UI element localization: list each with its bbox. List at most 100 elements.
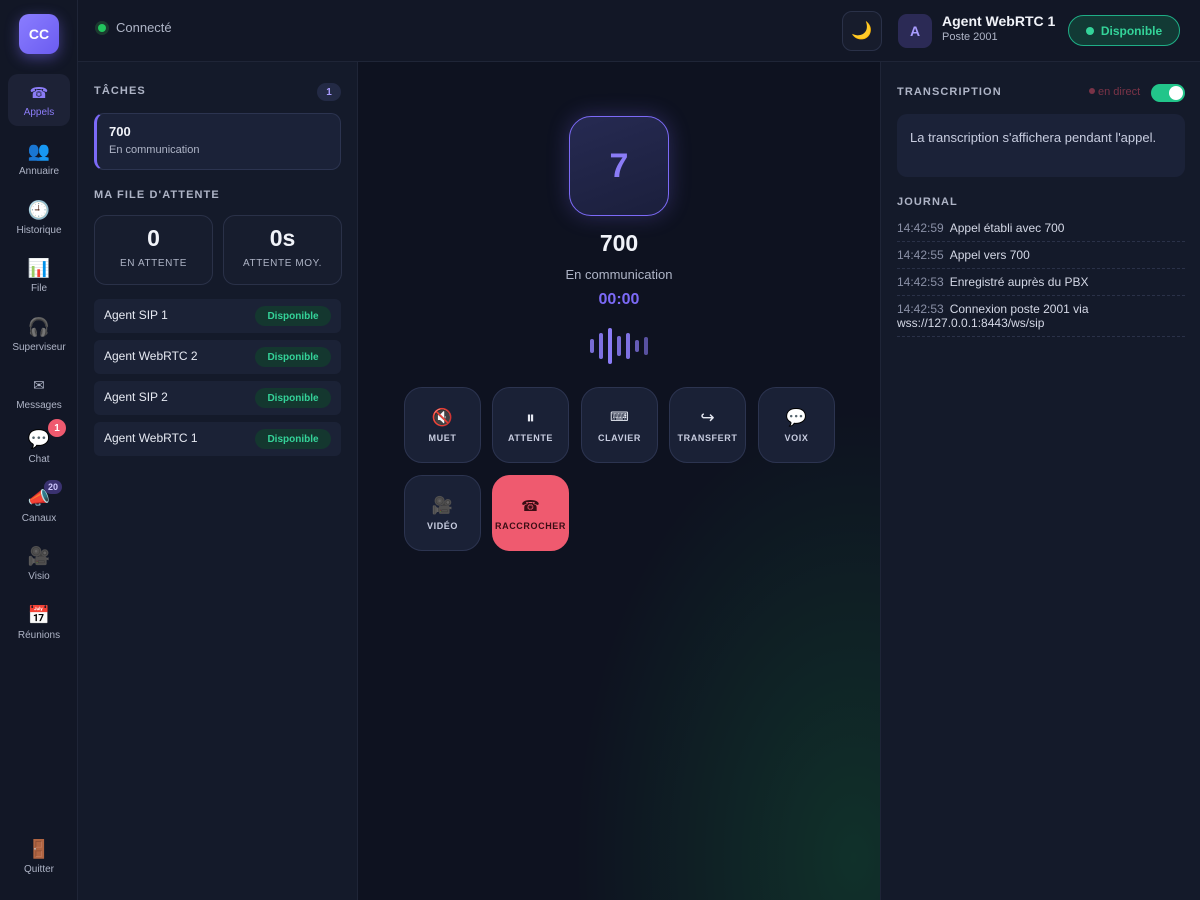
transcription-toggle[interactable] bbox=[1151, 84, 1185, 102]
keyboard-icon: ⌨ bbox=[610, 410, 629, 425]
queue-agent-status-badge: Disponible bbox=[255, 429, 331, 449]
hang-up-icon: ☎ bbox=[521, 497, 540, 515]
queue-agent-status-badge: Disponible bbox=[255, 347, 331, 367]
journal-entry: 14:42:55 Appel vers 700 bbox=[897, 248, 1185, 269]
video-label: VIDÉO bbox=[426, 521, 458, 531]
keypad-button[interactable]: ⌨ CLAVIER bbox=[581, 387, 658, 463]
sidebar-item-superviseur[interactable]: 🎧 Superviseur bbox=[8, 309, 70, 361]
transfer-button[interactable]: ↪ TRANSFERT bbox=[669, 387, 746, 463]
app-logo: CC bbox=[19, 14, 59, 54]
queue-agent-name: Agent SIP 2 bbox=[104, 390, 168, 404]
journal-text: Enregistré auprès du PBX bbox=[949, 275, 1089, 289]
waveform-bar bbox=[644, 337, 648, 355]
video-camera-icon: 🎥 bbox=[27, 545, 51, 567]
sidebar-item-appels[interactable]: ☎ Appels bbox=[8, 74, 70, 126]
hold-label: ATTENTE bbox=[507, 433, 554, 443]
journal-time: 14:42:53 bbox=[897, 275, 944, 289]
task-number: 700 bbox=[109, 124, 131, 139]
sidebar-item-chat[interactable]: 💬 Chat 1 bbox=[8, 419, 70, 473]
waveform-bar bbox=[635, 340, 639, 352]
voice-button[interactable]: 💬 VOIX bbox=[758, 387, 835, 463]
phone-icon: ☎ bbox=[29, 83, 49, 102]
quit-label: Quitter bbox=[23, 863, 54, 875]
waveform-bar bbox=[617, 336, 621, 356]
theme-toggle-button[interactable]: 🌙 bbox=[842, 11, 882, 51]
sidebar-item-historique[interactable]: 🕘 Historique bbox=[8, 192, 70, 244]
connection-status: Connecté bbox=[95, 20, 172, 35]
video-camera-icon: 🎥 bbox=[431, 496, 454, 516]
average-wait-value: 0s bbox=[269, 225, 296, 251]
sidebar-item-canaux[interactable]: 📣 Canaux 20 bbox=[8, 480, 70, 532]
pause-icon: ⏸ bbox=[526, 408, 535, 428]
connection-dot-icon bbox=[95, 20, 109, 35]
canaux-count-badge: 20 bbox=[44, 480, 62, 494]
transcription-title: TRANSCRIPTION bbox=[897, 86, 1002, 98]
chat-unread-badge: 1 bbox=[48, 419, 66, 437]
top-bar: Connecté 🌙 A Agent WebRTC 1 Poste 2001 D… bbox=[78, 0, 1200, 62]
task-card[interactable]: 700 En communication bbox=[94, 113, 341, 170]
sidebar-item-file[interactable]: 📊 File bbox=[8, 250, 70, 302]
hold-button[interactable]: ⏸ ATTENTE bbox=[492, 387, 569, 463]
call-panel: 7 700 En communication 00:00 🔇 MUET ⏸ AT… bbox=[358, 62, 880, 900]
quit-button[interactable]: 🚪 Quitter bbox=[8, 831, 70, 883]
sidebar-item-label: Appels bbox=[23, 106, 55, 118]
queue-agent-row[interactable]: Agent SIP 1 Disponible bbox=[94, 299, 341, 333]
journal-entry: 14:42:59 Appel établi avec 700 bbox=[897, 221, 1185, 242]
journal-time: 14:42:55 bbox=[897, 248, 944, 262]
clock-icon: 🕘 bbox=[27, 199, 51, 221]
sidebar-item-label: Chat bbox=[28, 453, 50, 465]
agent-extension: Poste 2001 bbox=[942, 31, 998, 43]
sidebar-item-visio[interactable]: 🎥 Visio bbox=[8, 538, 70, 590]
sidebar-item-label: Superviseur bbox=[12, 341, 66, 353]
queue-panel: TÂCHES 1 700 En communication MA FILE D'… bbox=[78, 62, 358, 900]
task-status: En communication bbox=[109, 144, 200, 156]
call-timer: 00:00 bbox=[598, 291, 640, 308]
sidebar-item-label: Messages bbox=[16, 399, 62, 411]
sidebar: CC ☎ Appels 👥 Annuaire 🕘 Historique 📊 Fi… bbox=[0, 0, 78, 900]
keypad-label: CLAVIER bbox=[597, 433, 642, 443]
sidebar-item-reunions[interactable]: 📅 Réunions bbox=[8, 597, 70, 649]
sidebar-item-label: Historique bbox=[16, 224, 62, 236]
tasks-title: TÂCHES bbox=[94, 85, 146, 97]
waveform-bar bbox=[608, 328, 612, 364]
hang-up-button[interactable]: ☎ RACCROCHER bbox=[492, 475, 569, 551]
door-icon: 🚪 bbox=[27, 838, 51, 860]
tasks-count-badge: 1 bbox=[317, 83, 341, 101]
queue-agent-name: Agent WebRTC 2 bbox=[104, 349, 198, 363]
audio-waveform-icon bbox=[590, 328, 650, 364]
waveform-bar bbox=[599, 333, 603, 359]
live-dot-icon bbox=[1089, 88, 1095, 94]
journal-entry: 14:42:53 Enregistré auprès du PBX bbox=[897, 275, 1185, 296]
users-icon: 👥 bbox=[27, 140, 51, 162]
journal-title: JOURNAL bbox=[897, 196, 958, 208]
mute-button[interactable]: 🔇 MUET bbox=[404, 387, 481, 463]
live-label: en direct bbox=[1098, 86, 1141, 98]
journal-time: 14:42:53 bbox=[897, 302, 944, 316]
hang-up-label: RACCROCHER bbox=[495, 521, 566, 531]
sidebar-item-messages[interactable]: ✉ Messages bbox=[8, 367, 70, 419]
envelope-icon: ✉ bbox=[33, 377, 45, 394]
agent-status-label: Disponible bbox=[1100, 23, 1163, 38]
speech-bubble-icon: 💬 bbox=[785, 408, 808, 428]
queue-agent-row[interactable]: Agent WebRTC 1 Disponible bbox=[94, 422, 341, 456]
sidebar-item-label: File bbox=[30, 282, 48, 294]
caller-number: 700 bbox=[599, 230, 639, 256]
status-dot-icon bbox=[1085, 26, 1094, 35]
live-indicator: en direct bbox=[1089, 86, 1140, 98]
video-button[interactable]: 🎥 VIDÉO bbox=[404, 475, 481, 551]
journal-text: Appel établi avec 700 bbox=[949, 221, 1065, 235]
average-wait-card: 0s ATTENTE MOY. bbox=[223, 215, 342, 285]
sidebar-item-label: Annuaire bbox=[18, 165, 60, 177]
queue-agent-row[interactable]: Agent WebRTC 2 Disponible bbox=[94, 340, 341, 374]
sidebar-item-annuaire[interactable]: 👥 Annuaire bbox=[8, 133, 70, 185]
journal-text: Appel vers 700 bbox=[949, 248, 1030, 262]
queue-agent-row[interactable]: Agent SIP 2 Disponible bbox=[94, 381, 341, 415]
agent-status-button[interactable]: Disponible bbox=[1068, 15, 1180, 46]
chat-bubble-icon: 💬 bbox=[27, 428, 51, 450]
sidebar-item-label: Canaux bbox=[21, 512, 57, 524]
queue-agent-name: Agent SIP 1 bbox=[104, 308, 168, 322]
sidebar-item-label: Réunions bbox=[17, 629, 61, 641]
waveform-bar bbox=[626, 333, 630, 359]
waveform-bar bbox=[590, 339, 594, 353]
caller-avatar: 7 bbox=[569, 116, 669, 216]
